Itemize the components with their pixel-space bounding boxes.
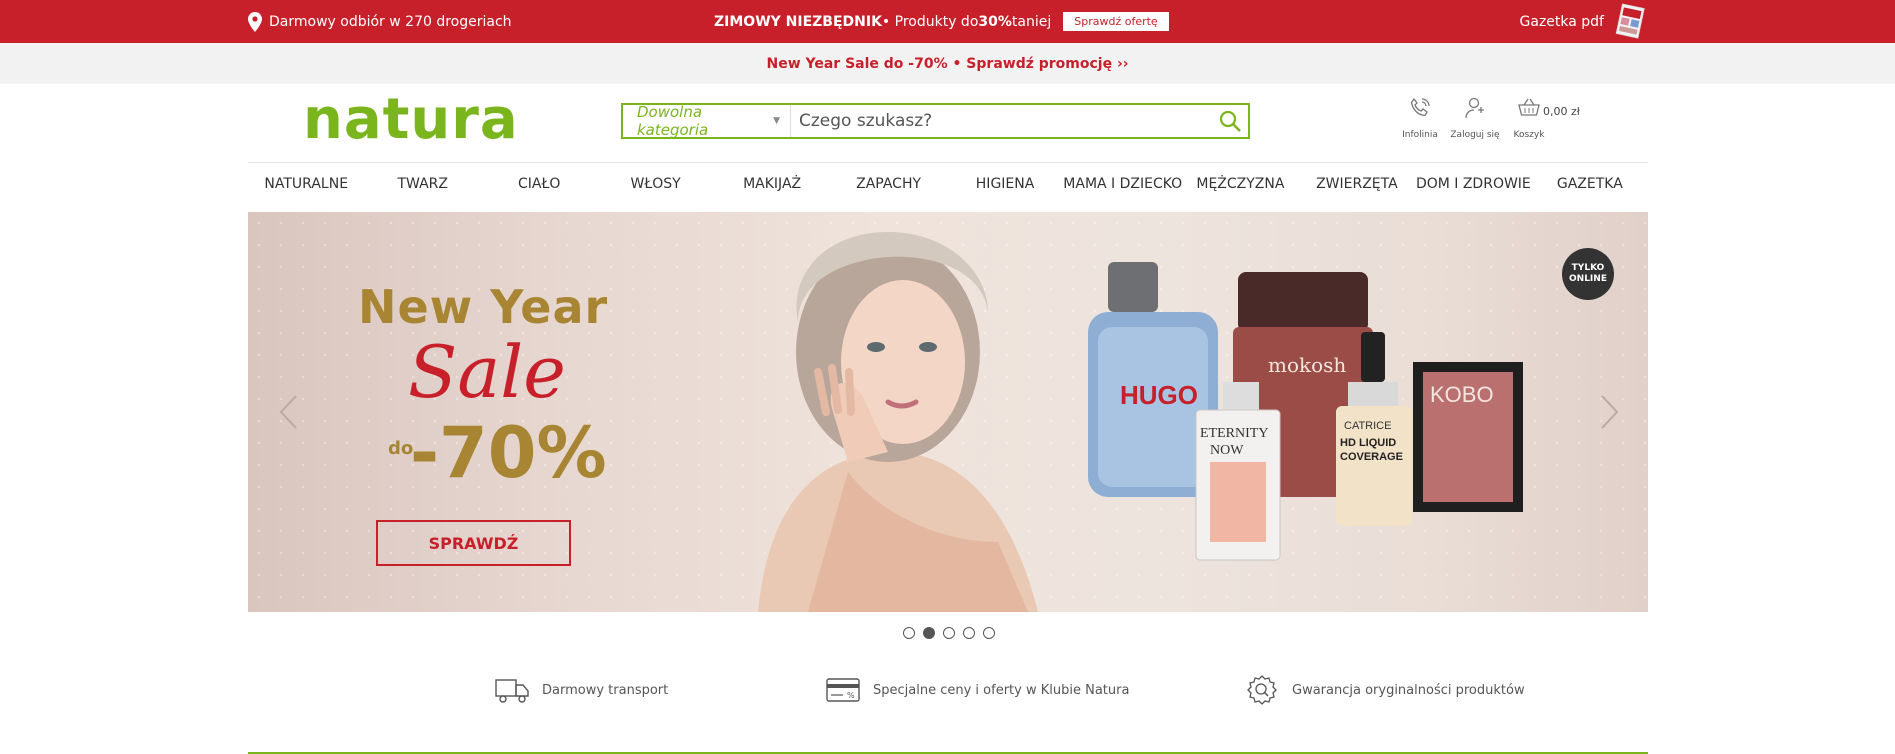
top-bar: Darmowy odbiór w 270 drogeriach ZIMOWY N… — [0, 0, 1895, 43]
user-icon — [1465, 97, 1484, 119]
nav-item-cialo[interactable]: CIAŁO — [481, 163, 597, 208]
feature-club-offers-label: Specjalne ceny i oferty w Klubie Natura — [873, 682, 1130, 698]
feature-authenticity: Gwarancja oryginalności produktów — [1244, 673, 1525, 707]
feature-club-offers: % Specjalne ceny i oferty w Klubie Natur… — [825, 673, 1129, 707]
search-button[interactable] — [1212, 105, 1248, 137]
cart-link[interactable]: Koszyk — [1499, 96, 1559, 140]
search-icon — [1219, 110, 1241, 132]
chevron-right-icon[interactable] — [1600, 394, 1620, 430]
phone-icon — [1410, 97, 1430, 117]
category-select[interactable]: Dowolna kategoria ▼ — [623, 103, 791, 139]
hd-liquid-label: HD LIQUID — [1340, 437, 1396, 449]
nav-item-makijaz[interactable]: MAKIJAŻ — [714, 163, 830, 208]
features-row: Darmowy transport % Specjalne ceny i ofe… — [0, 673, 1895, 707]
gazetka-link[interactable]: Gazetka pdf — [1520, 0, 1648, 43]
kobo-label: KOBO — [1430, 382, 1494, 407]
feature-free-shipping: Darmowy transport — [494, 673, 668, 707]
nav-item-wlosy[interactable]: WŁOSY — [597, 163, 713, 208]
chevron-left-icon[interactable] — [278, 394, 298, 430]
online-only-badge: TYLKO ONLINE — [1562, 248, 1614, 300]
winter-promo: ZIMOWY NIEZBĘDNIK • Produkty do 30% tani… — [714, 0, 1169, 43]
search-input[interactable] — [791, 105, 1212, 137]
eternity-label: ETERNITY — [1200, 426, 1268, 441]
pickup-info[interactable]: Darmowy odbiór w 270 drogeriach — [248, 0, 512, 43]
site-logo[interactable]: natura — [303, 90, 519, 150]
banner-title-sale: Sale — [408, 330, 566, 414]
nav-item-dom-i-zdrowie[interactable]: DOM I ZDROWIE — [1415, 163, 1531, 208]
products-image: HUGO mokosh ETERNITY NOW CATRICE HD LIQU… — [1088, 262, 1523, 561]
hotline-link[interactable]: Infolinia — [1390, 96, 1450, 140]
hero-banner[interactable]: New Year Sale do -70% SPRAWDŹ HUGO mokos… — [248, 212, 1648, 612]
carousel-dot[interactable] — [963, 627, 975, 639]
gazetka-label: Gazetka pdf — [1519, 13, 1604, 30]
carousel-dot[interactable] — [903, 627, 915, 639]
promo-strip-text[interactable]: New Year Sale do -70% • Sprawdź promocję… — [766, 56, 1128, 72]
quality-seal-icon — [1247, 675, 1277, 705]
eternity-now-label: NOW — [1210, 443, 1244, 458]
coverage-label: COVERAGE — [1340, 451, 1403, 463]
nav-item-naturalne[interactable]: NATURALNE — [248, 163, 364, 208]
promo-strip[interactable]: New Year Sale do -70% • Sprawdź promocję… — [0, 43, 1895, 84]
mokosh-label: mokosh — [1268, 353, 1346, 377]
truck-icon — [495, 679, 529, 703]
cart-label: Koszyk — [1513, 130, 1545, 140]
carousel-dot[interactable] — [983, 627, 995, 639]
cart-total[interactable]: 0,00 zł — [1543, 105, 1580, 118]
pickup-text: Darmowy odbiór w 270 drogeriach — [269, 13, 512, 30]
main-nav: NATURALNE TWARZ CIAŁO WŁOSY MAKIJAŻ ZAPA… — [248, 163, 1648, 208]
nav-item-zapachy[interactable]: ZAPACHY — [830, 163, 946, 208]
badge-line-1: TYLKO — [1571, 263, 1605, 273]
feature-free-shipping-label: Darmowy transport — [542, 682, 669, 698]
carousel-dots — [903, 627, 995, 639]
promo-text: • Produkty do — [881, 13, 979, 30]
banner-title-new-year: New Year — [358, 280, 609, 334]
category-select-value: Dowolna kategoria — [637, 103, 709, 139]
banner-check-button[interactable]: SPRAWDŹ — [376, 520, 571, 566]
basket-icon — [1518, 98, 1540, 116]
promo-percent: 30% — [978, 13, 1012, 30]
nav-item-twarz[interactable]: TWARZ — [364, 163, 480, 208]
nav-item-gazetka[interactable]: GAZETKA — [1532, 163, 1648, 208]
svg-text:%: % — [847, 691, 855, 700]
magazine-thumbnail-icon — [1615, 2, 1645, 39]
nav-item-higiena[interactable]: HIGIENA — [947, 163, 1063, 208]
banner-discount-value: -70% — [410, 412, 607, 494]
nav-item-mama-i-dziecko[interactable]: MAMA I DZIECKO — [1063, 163, 1182, 208]
nav-item-zwierzeta[interactable]: ZWIERZĘTA — [1299, 163, 1415, 208]
search-bar: Dowolna kategoria ▼ — [621, 103, 1250, 139]
hotline-label: Infolinia — [1402, 130, 1438, 140]
check-offer-button[interactable]: Sprawdź ofertę — [1063, 12, 1169, 31]
promo-title: ZIMOWY NIEZBĘDNIK — [714, 13, 882, 30]
model-image — [758, 232, 1038, 612]
chevron-down-icon: ▼ — [773, 116, 780, 126]
nav-item-mezczyzna[interactable]: MĘŻCZYZNA — [1182, 163, 1298, 208]
feature-authenticity-label: Gwarancja oryginalności produktów — [1292, 682, 1525, 698]
carousel-dot-active[interactable] — [923, 627, 935, 639]
login-label: Zaloguj się — [1450, 130, 1500, 140]
carousel-dot[interactable] — [943, 627, 955, 639]
hugo-label: HUGO — [1120, 380, 1198, 410]
promo-text-end: taniej — [1011, 13, 1052, 30]
catrice-label: CATRICE — [1344, 420, 1391, 432]
location-pin-icon — [248, 11, 262, 32]
login-link[interactable]: Zaloguj się — [1445, 96, 1505, 140]
card-icon: % — [826, 678, 860, 702]
badge-line-2: ONLINE — [1569, 274, 1607, 284]
